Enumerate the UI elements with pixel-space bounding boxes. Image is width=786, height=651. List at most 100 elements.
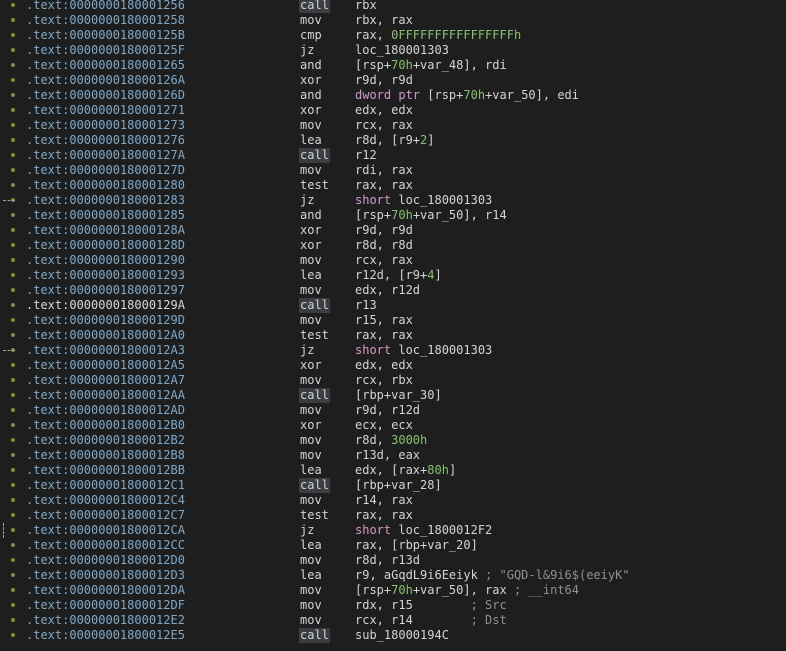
listing-row[interactable]: .text:00000001800012AA call [rbp+var_30] [0, 388, 786, 403]
listing-row[interactable]: .text:0000000180001297 mov edx, r12d [0, 283, 786, 298]
mnemonic[interactable]: xor [299, 358, 323, 373]
breakpoint-dot-icon[interactable] [11, 453, 15, 457]
listing-row[interactable]: .text:0000000180001283 jz short loc_180001… [0, 193, 786, 208]
mnemonic[interactable]: call [299, 478, 330, 493]
breakpoint-dot-icon[interactable] [11, 633, 15, 637]
operands[interactable]: [rbp+var_30] [355, 388, 442, 403]
address[interactable]: .text:00000001800012C4 [26, 493, 185, 508]
breakpoint-dot-icon[interactable] [11, 618, 15, 622]
gutter[interactable] [0, 73, 24, 88]
breakpoint-dot-icon[interactable] [11, 438, 15, 442]
gutter[interactable] [0, 418, 24, 433]
listing-row[interactable]: .text:000000018000129D mov r15, rax [0, 313, 786, 328]
gutter[interactable] [0, 0, 24, 13]
breakpoint-dot-icon[interactable] [11, 468, 15, 472]
operands[interactable]: rdx, r15 ; Src [355, 598, 507, 613]
listing-row[interactable]: .text:00000001800012A3 jz short loc_180001… [0, 343, 786, 358]
mnemonic[interactable]: lea [299, 268, 323, 283]
mnemonic[interactable]: lea [299, 568, 323, 583]
mnemonic[interactable]: test [299, 508, 330, 523]
listing-row[interactable]: .text:000000018000127D mov rdi, rax [0, 163, 786, 178]
listing-row[interactable]: .text:000000018000129A call r13 [0, 298, 786, 313]
mnemonic[interactable]: mov [299, 163, 323, 178]
gutter[interactable] [0, 628, 24, 643]
operands[interactable]: [rsp+70h+var_48], rdi [355, 58, 507, 73]
operands[interactable]: r8d, r8d [355, 238, 413, 253]
operands[interactable]: edx, edx [355, 103, 413, 118]
breakpoint-dot-icon[interactable] [11, 183, 15, 187]
operands[interactable]: r12 [355, 148, 377, 163]
operands[interactable]: rax, rax [355, 178, 413, 193]
mnemonic[interactable]: and [299, 88, 323, 103]
operands[interactable]: rcx, rbx [355, 373, 413, 388]
operands[interactable]: rcx, r14 ; Dst [355, 613, 507, 628]
breakpoint-dot-icon[interactable] [11, 318, 15, 322]
operands[interactable]: r8d, 3000h [355, 433, 427, 448]
address[interactable]: .text:00000001800012C7 [26, 508, 185, 523]
operands[interactable]: r9, aGqdL9i6Eeiyk ; "GQD-l&9i6$(eeiyK" [355, 568, 630, 583]
address[interactable]: .text:000000018000129D [26, 313, 185, 328]
address[interactable]: .text:000000018000126D [26, 88, 185, 103]
operands[interactable]: r8d, [r9+2] [355, 133, 435, 148]
listing-row[interactable]: .text:0000000180001280 test rax, rax [0, 178, 786, 193]
operands[interactable]: [rsp+70h+var_50], r14 [355, 208, 507, 223]
address[interactable]: .text:0000000180001283 [26, 193, 185, 208]
address[interactable]: .text:00000001800012AA [26, 388, 185, 403]
mnemonic[interactable]: lea [299, 133, 323, 148]
operands[interactable]: dword ptr [rsp+70h+var_50], edi [355, 88, 579, 103]
listing-row[interactable]: .text:0000000180001271 xor edx, edx [0, 103, 786, 118]
listing-row[interactable]: .text:0000000180001276 lea r8d, [r9+2] [0, 133, 786, 148]
breakpoint-dot-icon[interactable] [11, 483, 15, 487]
breakpoint-dot-icon[interactable] [11, 543, 15, 547]
breakpoint-dot-icon[interactable] [11, 3, 15, 7]
address[interactable]: .text:00000001800012B8 [26, 448, 185, 463]
gutter[interactable] [0, 28, 24, 43]
listing-row[interactable]: .text:00000001800012BB lea edx, [rax+80h] [0, 463, 786, 478]
gutter[interactable] [0, 478, 24, 493]
operands[interactable]: r15, rax [355, 313, 413, 328]
operands[interactable]: r12d, [r9+4] [355, 268, 442, 283]
address[interactable]: .text:00000001800012A0 [26, 328, 185, 343]
listing-row[interactable]: .text:00000001800012C1 call [rbp+var_28] [0, 478, 786, 493]
breakpoint-dot-icon[interactable] [11, 588, 15, 592]
listing-row[interactable]: .text:000000018000128D xor r8d, r8d [0, 238, 786, 253]
operands[interactable]: r14, rax [355, 493, 413, 508]
operands[interactable]: rax, 0FFFFFFFFFFFFFFFFh [355, 28, 521, 43]
operands[interactable]: short loc_1800012F2 [355, 523, 492, 538]
mnemonic[interactable]: call [299, 148, 330, 163]
mnemonic[interactable]: mov [299, 433, 323, 448]
listing-row[interactable]: .text:00000001800012C4 mov r14, rax [0, 493, 786, 508]
gutter[interactable] [0, 433, 24, 448]
gutter[interactable] [0, 253, 24, 268]
gutter[interactable] [0, 493, 24, 508]
operands[interactable]: rax, [rbp+var_20] [355, 538, 478, 553]
breakpoint-dot-icon[interactable] [11, 213, 15, 217]
gutter[interactable] [0, 388, 24, 403]
gutter[interactable] [0, 58, 24, 73]
mnemonic[interactable]: jz [299, 43, 315, 58]
breakpoint-dot-icon[interactable] [11, 393, 15, 397]
address[interactable]: .text:0000000180001276 [26, 133, 185, 148]
breakpoint-dot-icon[interactable] [11, 33, 15, 37]
address[interactable]: .text:00000001800012E2 [26, 613, 185, 628]
gutter[interactable] [0, 133, 24, 148]
mnemonic[interactable]: call [299, 0, 330, 13]
address[interactable]: .text:00000001800012A7 [26, 373, 185, 388]
address[interactable]: .text:00000001800012B2 [26, 433, 185, 448]
mnemonic[interactable]: lea [299, 463, 323, 478]
listing-row[interactable]: .text:000000018000128A xor r9d, r9d [0, 223, 786, 238]
breakpoint-dot-icon[interactable] [11, 108, 15, 112]
address[interactable]: .text:0000000180001297 [26, 283, 185, 298]
gutter[interactable] [0, 178, 24, 193]
mnemonic[interactable]: xor [299, 238, 323, 253]
mnemonic[interactable]: jz [299, 523, 315, 538]
operands[interactable]: r9d, r12d [355, 403, 420, 418]
listing-row[interactable]: .text:00000001800012AD mov r9d, r12d [0, 403, 786, 418]
gutter[interactable] [0, 598, 24, 613]
breakpoint-dot-icon[interactable] [11, 243, 15, 247]
address[interactable]: .text:00000001800012CC [26, 538, 185, 553]
breakpoint-dot-icon[interactable] [11, 558, 15, 562]
operands[interactable]: edx, edx [355, 358, 413, 373]
breakpoint-dot-icon[interactable] [11, 513, 15, 517]
mnemonic[interactable]: call [299, 298, 330, 313]
